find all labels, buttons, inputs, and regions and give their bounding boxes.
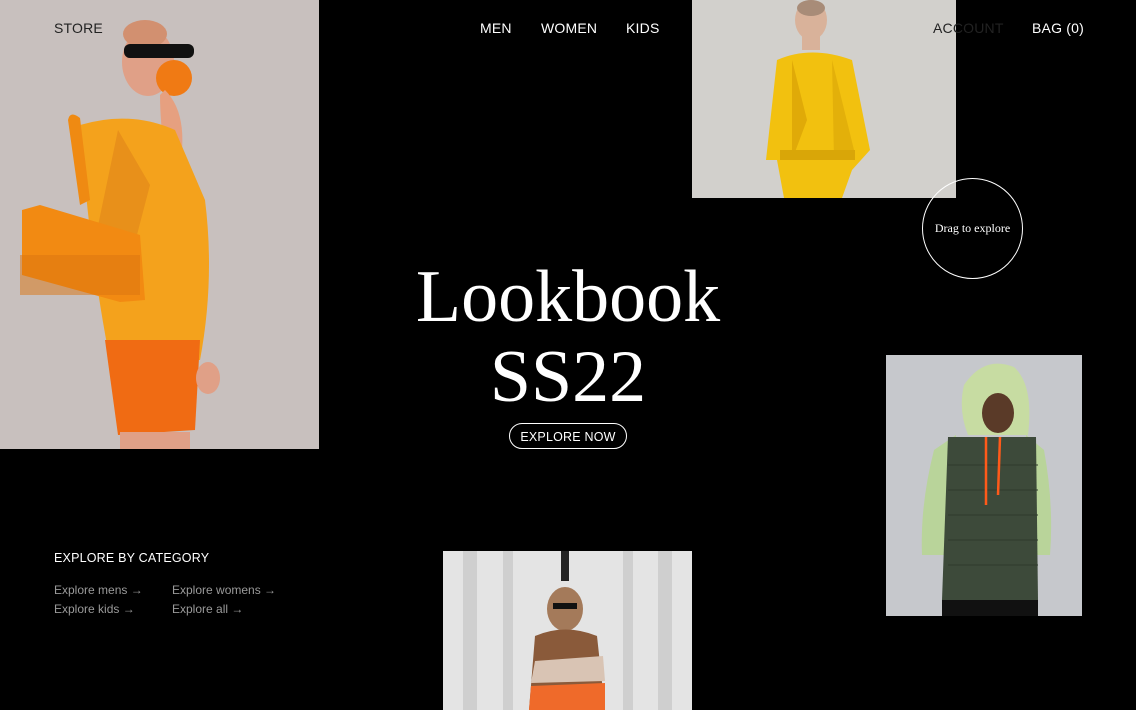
explore-mens-link[interactable]: Explore mens →: [54, 583, 143, 597]
lookbook-photo-orange-outfit[interactable]: [0, 0, 319, 449]
drag-to-explore-handle[interactable]: Drag to explore: [922, 178, 1023, 279]
nav-men-link[interactable]: MEN: [480, 20, 512, 36]
lookbook-photo-tiedye-hoodie[interactable]: [443, 551, 692, 710]
drag-label: Drag to explore: [934, 221, 1011, 235]
nav-kids-link[interactable]: KIDS: [626, 20, 659, 36]
nav-women-link[interactable]: WOMEN: [541, 20, 597, 36]
store-link[interactable]: STORE: [54, 20, 103, 36]
hero-title-line2: SS22: [489, 336, 647, 418]
hero-title-line1: Lookbook: [415, 256, 721, 338]
category-heading: EXPLORE BY CATEGORY: [54, 551, 210, 565]
lookbook-photo-yellow-outfit[interactable]: [692, 0, 956, 198]
explore-now-button[interactable]: EXPLORE NOW: [509, 423, 627, 449]
lookbook-photo-green-hoodie[interactable]: [886, 355, 1082, 616]
account-link[interactable]: ACCOUNT: [933, 20, 1004, 36]
bag-link[interactable]: BAG (0): [1032, 20, 1084, 36]
explore-womens-link[interactable]: Explore womens →: [172, 583, 276, 597]
explore-all-link[interactable]: Explore all →: [172, 602, 243, 616]
explore-kids-link[interactable]: Explore kids →: [54, 602, 135, 616]
